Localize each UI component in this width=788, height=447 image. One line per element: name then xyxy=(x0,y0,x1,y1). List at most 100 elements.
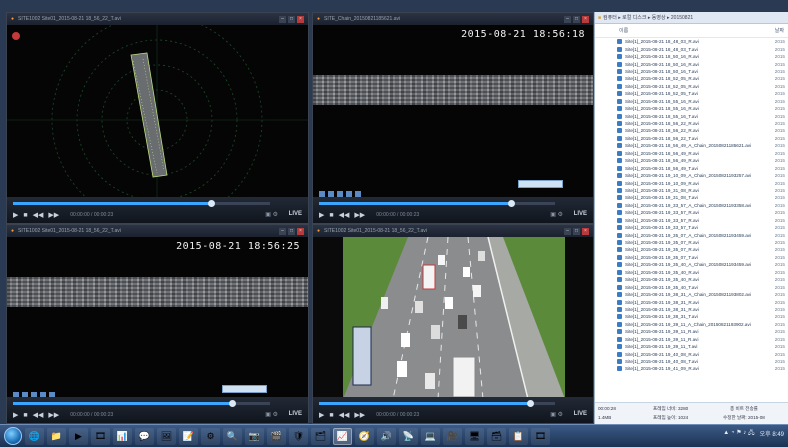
taskbar-app-button[interactable]: 📊 xyxy=(113,427,132,445)
view-icons[interactable]: ▣ ⚙ xyxy=(550,211,563,218)
file-row[interactable]: Site[1]_2015-08-21 19_40_08_T.avi 2015 xyxy=(595,358,788,365)
file-row[interactable]: Site[1]_2015-08-21 18_55_16_R.avi 2015 xyxy=(595,98,788,105)
file-row[interactable]: Site[1]_2015-08-21 19_33_57_A_Chain_2015… xyxy=(595,202,788,209)
stop-icon[interactable]: ■ xyxy=(329,412,333,419)
prev-frame-icon[interactable]: ◀◀ xyxy=(33,411,44,419)
close-icon[interactable]: × xyxy=(297,227,304,235)
minimize-icon[interactable]: – xyxy=(279,15,286,23)
file-row[interactable]: Site[1]_2015-08-21 18_56_22_R.avi 2015 xyxy=(595,127,788,134)
play-icon[interactable]: ▶ xyxy=(319,411,324,419)
player-window-bottom-left[interactable]: ● SITE1002 Site01_2015-08-21 18_56_22_T.… xyxy=(6,224,309,424)
file-row[interactable]: Site[1]_2015-08-21 19_10_09_A_Chain_2015… xyxy=(595,172,788,179)
taskbar-app-button[interactable]: 🗃 xyxy=(487,427,506,445)
live-label[interactable]: LIVE xyxy=(574,211,587,217)
close-icon[interactable]: × xyxy=(582,15,589,23)
file-row[interactable]: Site[1]_2015-08-21 19_35_40_T.avi 2015 xyxy=(595,283,788,290)
file-row[interactable]: Site[1]_2015-08-21 19_41_09_R.avi 2015 xyxy=(595,365,788,372)
taskbar-app-button[interactable]: ▶ xyxy=(69,427,88,445)
view-icons[interactable]: ▣ ⚙ xyxy=(265,211,278,218)
next-frame-icon[interactable]: ▶▶ xyxy=(48,211,59,219)
taskbar-app-button[interactable]: 💬 xyxy=(135,427,154,445)
player-titlebar[interactable]: ● SITE_Chain_20150821185621.avi – □ × xyxy=(313,13,593,25)
file-row[interactable]: Site[1]_2015-08-21 19_38_31_A_Chain_2015… xyxy=(595,291,788,298)
taskbar-app-button[interactable]: 🖼 xyxy=(157,427,176,445)
taskbar-app-button[interactable]: 🔍 xyxy=(223,427,242,445)
player-titlebar[interactable]: ● SITE1002 Site01_2015-08-21 18_56_22_T.… xyxy=(7,13,308,25)
taskbar-app-button[interactable]: 💻 xyxy=(421,427,440,445)
column-name-header[interactable]: 이름 xyxy=(619,27,628,34)
live-label[interactable]: LIVE xyxy=(289,411,302,417)
minimize-icon[interactable]: – xyxy=(564,15,571,23)
player-window-top-left[interactable]: ● SITE1002 Site01_2015-08-21 18_56_22_T.… xyxy=(6,12,309,224)
file-row[interactable]: Site[1]_2015-08-21 19_35_40_R.avi 2015 xyxy=(595,269,788,276)
player-titlebar[interactable]: ● SITE1002 Site01_2015-08-21 18_56_22_T.… xyxy=(313,225,593,237)
taskbar-app-button[interactable]: 🌐 xyxy=(25,427,44,445)
close-icon[interactable]: × xyxy=(297,15,304,23)
maximize-icon[interactable]: □ xyxy=(288,227,295,235)
file-row[interactable]: Site[1]_2015-08-21 19_33_57_R.avi 2015 xyxy=(595,209,788,216)
prev-frame-icon[interactable]: ◀◀ xyxy=(339,211,350,219)
address-bar[interactable]: ■ 컴퓨터 ▸ 로컬 디스크 ▸ 동영상 ▸ 20150821 xyxy=(595,12,788,24)
file-row[interactable]: Site[1]_2015-08-21 19_38_31_R.avi 2015 xyxy=(595,306,788,313)
file-row[interactable]: Site[1]_2015-08-21 19_35_07_R.avi 2015 xyxy=(595,246,788,253)
column-date-header[interactable]: 날짜 xyxy=(775,27,784,34)
file-row[interactable]: Site[1]_2015-08-21 19_10_09_R.avi 2015 xyxy=(595,179,788,186)
player-titlebar[interactable]: ● SITE1002 Site01_2015-08-21 18_56_22_T.… xyxy=(7,225,308,237)
taskbar-app-button[interactable]: 🎞 xyxy=(91,427,110,445)
file-row[interactable]: Site[1]_2015-08-21 19_35_40_A_Chain_2015… xyxy=(595,261,788,268)
player-window-top-right[interactable]: ● SITE_Chain_20150821185621.avi – □ × 2015… xyxy=(312,12,594,224)
file-row[interactable]: Site[1]_2015-08-21 19_39_11_A_Chain_2015… xyxy=(595,321,788,328)
file-row[interactable]: Site[1]_2015-08-21 18_56_49_R.avi 2015 xyxy=(595,157,788,164)
minimize-icon[interactable]: – xyxy=(564,227,571,235)
file-row[interactable]: Site[1]_2015-08-21 18_55_16_T.avi 2015 xyxy=(595,112,788,119)
taskbar-app-button[interactable]: 🖥 xyxy=(465,427,484,445)
seek-bar[interactable] xyxy=(319,200,555,207)
taskbar-app-button[interactable]: 🔊 xyxy=(377,427,396,445)
start-button[interactable] xyxy=(4,427,22,445)
prev-frame-icon[interactable]: ◀◀ xyxy=(33,211,44,219)
taskbar-app-button[interactable]: 📋 xyxy=(509,427,528,445)
next-frame-icon[interactable]: ▶▶ xyxy=(48,411,59,419)
file-row[interactable]: Site[1]_2015-08-21 19_35_07_R.avi 2015 xyxy=(595,239,788,246)
file-row[interactable]: Site[1]_2015-08-21 19_38_31_T.avi 2015 xyxy=(595,313,788,320)
file-row[interactable]: Site[1]_2015-08-21 19_31_08_T.avi 2015 xyxy=(595,194,788,201)
live-label[interactable]: LIVE xyxy=(574,411,587,417)
file-row[interactable]: Site[1]_2015-08-21 19_35_07_A_Chain_2015… xyxy=(595,231,788,238)
file-row[interactable]: Site[1]_2015-08-21 19_35_40_R.avi 2015 xyxy=(595,276,788,283)
play-icon[interactable]: ▶ xyxy=(13,411,18,419)
file-row[interactable]: Site[1]_2015-08-21 18_50_16_R.avi 2015 xyxy=(595,53,788,60)
seek-bar[interactable] xyxy=(13,200,270,207)
live-label[interactable]: LIVE xyxy=(289,211,302,217)
maximize-icon[interactable]: □ xyxy=(288,15,295,23)
file-row[interactable]: Site[1]_2015-08-21 19_31_08_R.avi 2015 xyxy=(595,187,788,194)
taskbar-app-button[interactable]: 🗂 xyxy=(311,427,330,445)
maximize-icon[interactable]: □ xyxy=(573,15,580,23)
file-row[interactable]: Site[1]_2015-08-21 19_39_11_R.avi 2015 xyxy=(595,328,788,335)
stop-icon[interactable]: ■ xyxy=(23,212,27,219)
tray-icons[interactable]: ▲ ◔ ⚑ ♪ 🖧 xyxy=(723,428,754,438)
file-row[interactable]: Site[1]_2015-08-21 18_52_05_R.avi 2015 xyxy=(595,83,788,90)
view-icons[interactable]: ▣ ⚙ xyxy=(550,411,563,418)
play-icon[interactable]: ▶ xyxy=(319,211,324,219)
file-row[interactable]: Site[1]_2015-08-21 18_48_03_R.avi 2015 xyxy=(595,38,788,45)
file-row[interactable]: Site[1]_2015-08-21 18_48_03_T.avi 2015 xyxy=(595,45,788,52)
file-row[interactable]: Site[1]_2015-08-21 18_56_49_T.avi 2015 xyxy=(595,164,788,171)
next-frame-icon[interactable]: ▶▶ xyxy=(354,411,365,419)
play-icon[interactable]: ▶ xyxy=(13,211,18,219)
taskbar-app-button[interactable]: 📁 xyxy=(47,427,66,445)
file-row[interactable]: Site[1]_2015-08-21 18_56_49_A_Chain_2015… xyxy=(595,142,788,149)
taskbar-app-button[interactable]: 📈 xyxy=(333,427,352,445)
file-row[interactable]: Site[1]_2015-08-21 19_35_07_T.avi 2015 xyxy=(595,254,788,261)
file-row[interactable]: Site[1]_2015-08-21 18_56_49_R.avi 2015 xyxy=(595,150,788,157)
taskbar-app-button[interactable]: 📡 xyxy=(399,427,418,445)
player-window-bottom-right[interactable]: ● SITE1002 Site01_2015-08-21 18_56_22_T.… xyxy=(312,224,594,424)
file-row[interactable]: Site[1]_2015-08-21 18_56_22_R.avi 2015 xyxy=(595,120,788,127)
close-icon[interactable]: × xyxy=(582,227,589,235)
prev-frame-icon[interactable]: ◀◀ xyxy=(339,411,350,419)
maximize-icon[interactable]: □ xyxy=(573,227,580,235)
taskbar-app-button[interactable]: ⚙ xyxy=(201,427,220,445)
file-row[interactable]: Site[1]_2015-08-21 18_50_16_R.avi 2015 xyxy=(595,60,788,67)
file-row[interactable]: Site[1]_2015-08-21 19_33_57_R.avi 2015 xyxy=(595,217,788,224)
breadcrumb[interactable]: 컴퓨터 ▸ 로컬 디스크 ▸ 동영상 ▸ 20150821 xyxy=(603,14,693,21)
file-row[interactable]: Site[1]_2015-08-21 19_39_11_T.avi 2015 xyxy=(595,343,788,350)
